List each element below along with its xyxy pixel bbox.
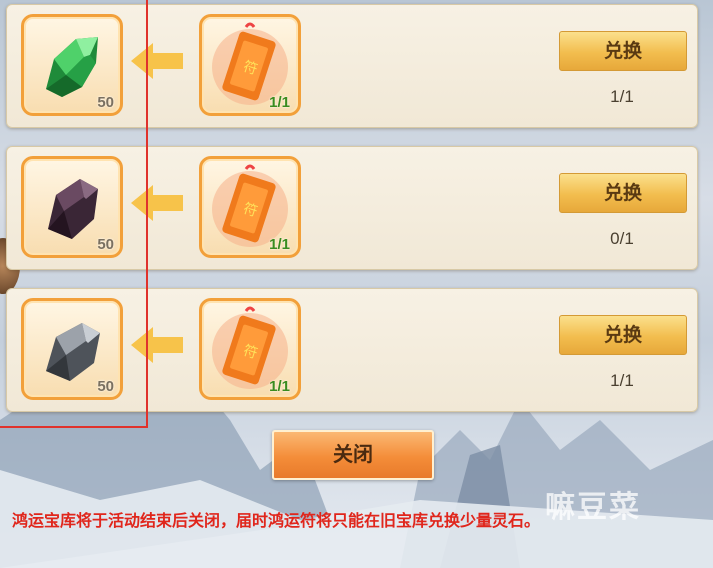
arrow-left-icon [131,43,183,79]
exchange-button[interactable]: 兑换 [559,31,687,71]
material-count: 50 [97,236,114,253]
exchange-row-3: 50 符 1/1 兑换 1/1 [6,288,698,412]
token-slot[interactable]: 符 1/1 [199,298,301,400]
material-slot[interactable]: 50 [21,298,123,400]
close-button[interactable]: 关闭 [272,430,434,480]
arrow-left-icon [131,327,183,363]
exchange-button[interactable]: 兑换 [559,315,687,355]
exchange-row-2: 50 符 1/1 兑换 0/1 [6,146,698,270]
exchange-row-1: 50 符 1/1 兑换 1/1 [6,4,698,128]
material-slot[interactable]: 50 [21,156,123,258]
arrow-left-icon [131,185,183,221]
exchange-button[interactable]: 兑换 [559,173,687,213]
material-count: 50 [97,378,114,395]
exchange-progress: 1/1 [610,87,634,106]
token-count: 1/1 [269,378,290,395]
material-count: 50 [97,94,114,111]
token-slot[interactable]: 符 1/1 [199,14,301,116]
token-slot[interactable]: 符 1/1 [199,156,301,258]
material-slot[interactable]: 50 [21,14,123,116]
notice-text: 鸿运宝库将于活动结束后关闭，届时鸿运符将只能在旧宝库兑换少量灵石。 [12,511,541,530]
exchange-progress: 0/1 [610,229,634,248]
exchange-progress: 1/1 [610,371,634,390]
token-count: 1/1 [269,236,290,253]
token-count: 1/1 [269,94,290,111]
